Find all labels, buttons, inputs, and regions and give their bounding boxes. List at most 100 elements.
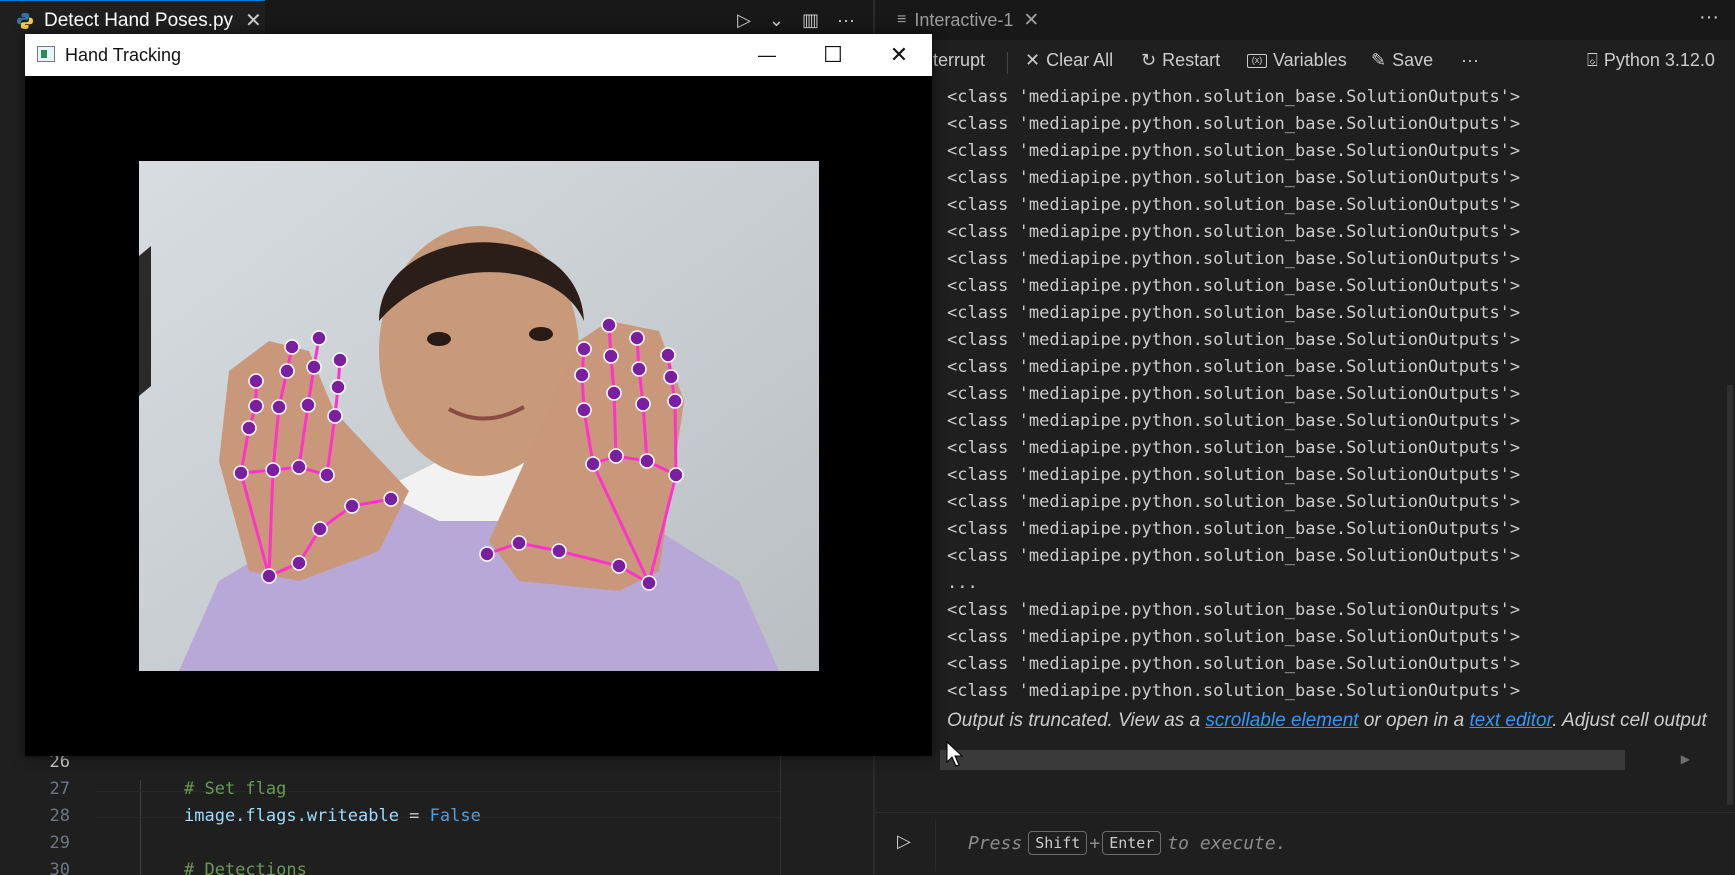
landmark-point (330, 379, 346, 395)
landmark-point (641, 575, 657, 591)
kernel-picker[interactable]: ⌺ Python 3.12.0 (1587, 50, 1715, 71)
interactive-more-icon[interactable]: ··· (1699, 6, 1719, 29)
restart-icon: ↻ (1141, 50, 1157, 70)
output-line: <class 'mediapipe.python.solution_base.S… (947, 303, 1521, 323)
landmark-point (576, 402, 592, 418)
editor-tab-close-icon[interactable]: ✕ (245, 8, 262, 33)
landmark-point (344, 498, 360, 514)
output-line: <class 'mediapipe.python.solution_base.S… (947, 168, 1521, 188)
window-title: Hand Tracking (65, 45, 182, 65)
hint-press: Press (968, 832, 1023, 854)
landmark-point (265, 462, 281, 478)
code-operator: = (398, 806, 430, 826)
landmark-point (574, 367, 590, 383)
variables-icon: (x) (1247, 53, 1267, 68)
save-button[interactable]: ✎ Save (1371, 50, 1433, 71)
output-line: <class 'mediapipe.python.solution_base.S… (947, 87, 1521, 107)
run-python-file-icon[interactable]: ▷ (737, 10, 751, 31)
output-line: <class 'mediapipe.python.solution_base.S… (947, 546, 1521, 566)
text-editor-link[interactable]: text editor (1469, 710, 1552, 731)
more-icon: ··· (1461, 50, 1479, 70)
video-canvas (25, 76, 932, 756)
variables-button[interactable]: (x) Variables (1247, 50, 1347, 71)
maximize-icon: ☐ (823, 42, 843, 67)
mouse-cursor-icon (946, 740, 964, 767)
output-line: <class 'mediapipe.python.solution_base.S… (947, 600, 1521, 620)
restart-label: Restart (1162, 50, 1221, 70)
landmark-point (668, 467, 684, 483)
window-titlebar[interactable]: Hand Tracking — ☐ ✕ (25, 34, 932, 76)
interactive-window: ≡ Interactive-1 ✕ ··· terrupt ✕ Clear Al… (875, 0, 1735, 875)
landmark-point (551, 543, 567, 559)
landmark-point (606, 385, 622, 401)
toolbar-more-button[interactable]: ··· (1461, 50, 1479, 71)
wall-shadow (139, 246, 151, 396)
interrupt-button[interactable]: terrupt (933, 50, 985, 71)
python-file-icon (17, 12, 33, 29)
output-horizontal-scrollbar[interactable]: ▶ (940, 750, 1700, 770)
code-variable: image.flags.writeable (184, 806, 399, 826)
restart-button[interactable]: ↻ Restart (1141, 50, 1220, 71)
landmark-point (284, 339, 300, 355)
landmark-point (629, 330, 645, 346)
landmark-point (639, 453, 655, 469)
landmark-point (248, 398, 264, 414)
landmark-point (479, 546, 495, 562)
output-vertical-scrollbar[interactable] (1727, 385, 1733, 805)
maximize-button[interactable]: ☐ (800, 34, 866, 76)
truncated-suffix: . Adjust cell output (1552, 710, 1707, 731)
landmark-point (271, 399, 287, 415)
close-button[interactable]: ✕ (866, 34, 932, 76)
execute-run-icon[interactable]: ▷ (897, 831, 923, 857)
clear-all-button[interactable]: ✕ Clear All (1025, 50, 1113, 71)
output-line: <class 'mediapipe.python.solution_base.S… (947, 357, 1521, 377)
line-number: 28 (49, 806, 70, 826)
enter-key: Enter (1102, 831, 1162, 855)
interactive-tab-label: Interactive-1 (914, 9, 1014, 30)
landmark-point (635, 396, 651, 412)
output-line: <class 'mediapipe.python.solution_base.S… (947, 249, 1521, 269)
shift-key: Shift (1028, 831, 1088, 855)
landmark-point (576, 341, 592, 357)
scroll-right-arrow-icon[interactable]: ▶ (1681, 752, 1690, 766)
output-line: <class 'mediapipe.python.solution_base.S… (947, 465, 1521, 485)
split-editor-icon[interactable]: ▥ (802, 10, 819, 31)
clear-all-label: Clear All (1046, 50, 1114, 70)
minimize-button[interactable]: — (734, 34, 800, 76)
run-menu-chevron-icon[interactable]: ⌄ (769, 10, 784, 31)
interactive-tab-bar: ≡ Interactive-1 ✕ ··· (875, 0, 1735, 40)
landmark-point (511, 535, 527, 551)
code-input-field[interactable]: Press Shift + Enter to execute. (935, 819, 1735, 871)
editor-more-actions-icon[interactable]: ··· (837, 10, 855, 31)
landmark-point (631, 361, 647, 377)
interactive-tab-close-icon[interactable]: ✕ (1023, 9, 1039, 32)
output-line: <class 'mediapipe.python.solution_base.S… (947, 276, 1521, 296)
landmark-point (327, 408, 343, 424)
code-comment: # Detections (184, 860, 307, 875)
scrollbar-thumb[interactable] (940, 750, 1625, 770)
hint-suffix: to execute. (1167, 832, 1287, 854)
clear-icon: ✕ (1025, 50, 1041, 70)
output-line: <class 'mediapipe.python.solution_base.S… (947, 492, 1521, 512)
kernel-icon: ⌺ (1587, 50, 1598, 70)
line-number: 29 (49, 833, 70, 853)
output-line: <class 'mediapipe.python.solution_base.S… (947, 195, 1521, 215)
truncated-middle: or open in a (1358, 710, 1470, 731)
output-line: <class 'mediapipe.python.solution_base.S… (947, 519, 1521, 539)
output-line: <class 'mediapipe.python.solution_base.S… (947, 222, 1521, 242)
landmark-point (241, 420, 257, 436)
output-line: <class 'mediapipe.python.solution_base.S… (947, 141, 1521, 161)
landmark-point (383, 491, 399, 507)
landmark-point (312, 521, 328, 537)
scrollable-element-link[interactable]: scrollable element (1205, 710, 1358, 731)
landmark-point (233, 465, 249, 481)
interrupt-label: terrupt (933, 50, 986, 70)
interactive-input-area: ▷ Press Shift + Enter to execute. (875, 812, 1735, 875)
close-icon: ✕ (889, 42, 909, 67)
output-ellipsis: ... (947, 573, 978, 593)
landmark-point (585, 456, 601, 472)
landmark-point (603, 348, 619, 364)
code-keyword: False (429, 806, 481, 826)
output-truncated-notice: Output is truncated. View as a scrollabl… (947, 710, 1707, 732)
landmark-point (319, 467, 335, 483)
